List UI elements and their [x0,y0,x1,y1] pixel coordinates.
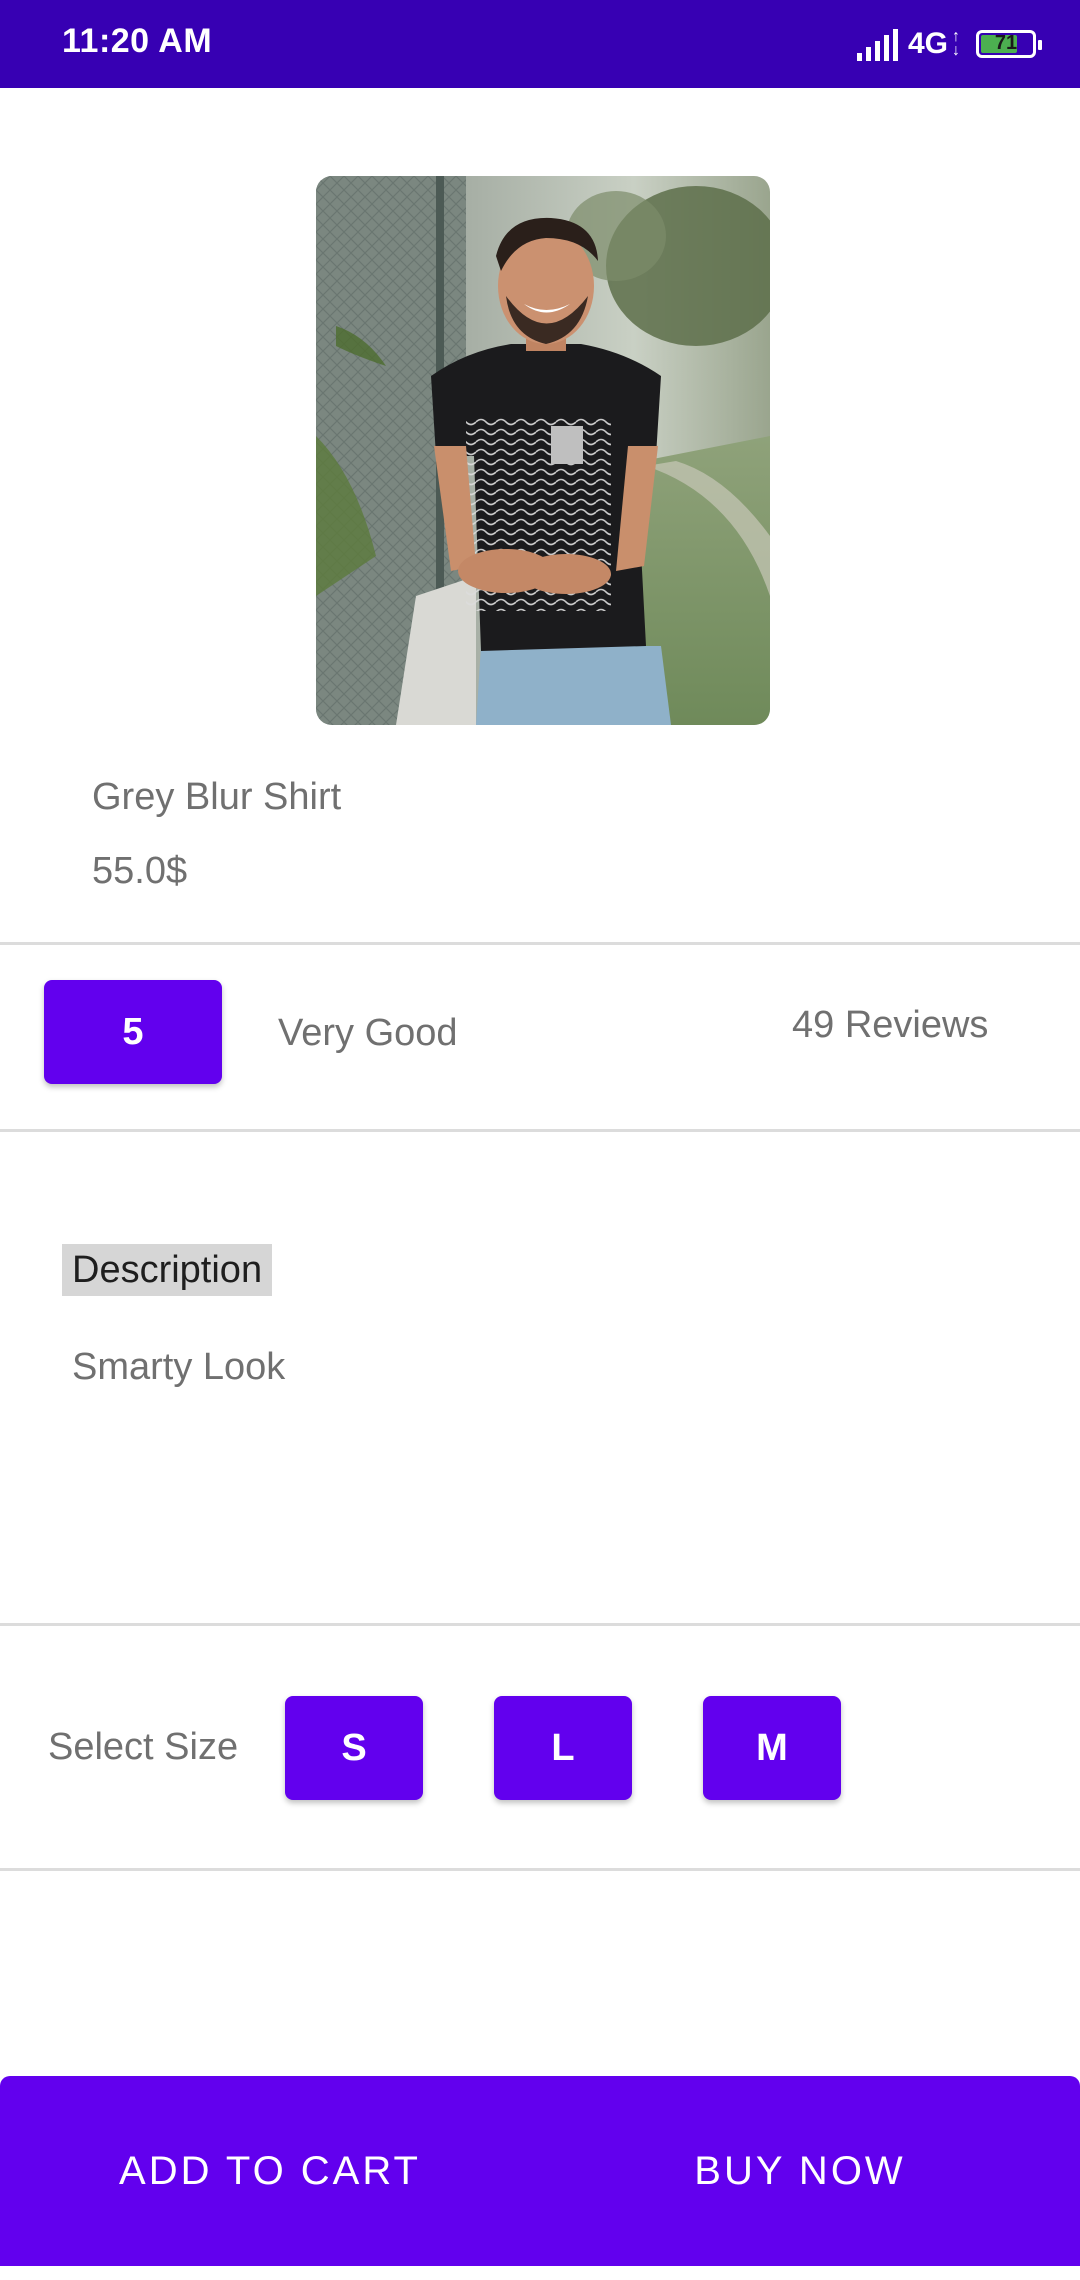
description-heading: Description [62,1244,273,1296]
divider [0,1868,1080,1871]
divider [0,1623,1080,1626]
battery-icon: 71 [976,30,1042,58]
size-button-l[interactable]: L [494,1696,632,1800]
battery-level: 71 [994,32,1018,54]
buy-now-button[interactable]: BUY NOW [540,2076,1060,2266]
add-to-cart-button[interactable]: ADD TO CART [0,2076,540,2266]
product-name: Grey Blur Shirt [92,776,342,818]
size-button-s[interactable]: S [285,1696,423,1800]
network-type: 4G [907,27,948,60]
rating-label: Very Good [278,1012,458,1054]
description-text: Smarty Look [72,1346,286,1388]
reviews-link[interactable]: 49 Reviews [792,1004,988,1047]
status-time: 11:20 AM [62,22,213,60]
status-icons: 4G ↑ ↓ 71 [856,22,1042,66]
status-bar: 11:20 AM 4G ↑ ↓ 71 [0,0,1080,88]
divider [0,1129,1080,1132]
signal-icon [856,27,898,61]
bottom-action-bar: ADD TO CART BUY NOW [0,2076,1080,2266]
data-activity-icon: ↑ ↓ [952,28,960,59]
select-size-label: Select Size [48,1726,239,1768]
product-image [316,176,770,725]
divider [0,942,1080,945]
product-price: 55.0$ [92,850,188,892]
rating-badge[interactable]: 5 [44,980,222,1084]
size-button-m[interactable]: M [703,1696,841,1800]
